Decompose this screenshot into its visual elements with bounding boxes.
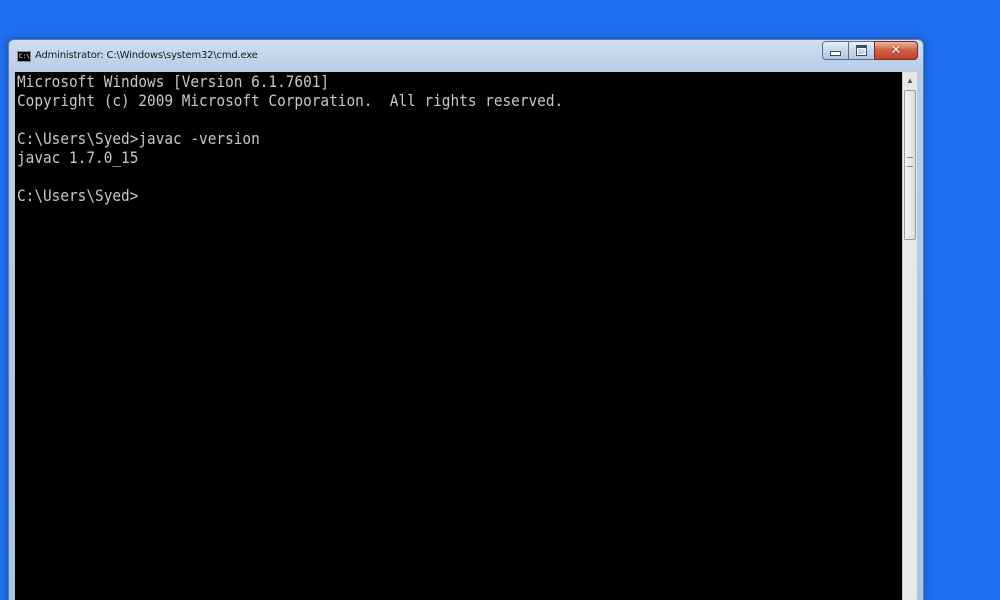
title-bar[interactable]: C:\ Administrator: C:\Windows\system32\c… <box>9 40 923 72</box>
close-icon: ✕ <box>890 43 902 58</box>
vertical-scrollbar[interactable]: ▲ <box>902 72 917 600</box>
close-button[interactable]: ✕ <box>874 41 918 60</box>
console-line: C:\Users\Syed>javac -version <box>17 129 260 148</box>
window-title: Administrator: C:\Windows\system32\cmd.e… <box>35 50 258 61</box>
minimize-button[interactable] <box>822 41 848 60</box>
console-prompt[interactable]: C:\Users\Syed> <box>17 186 138 205</box>
console-output[interactable]: Microsoft Windows [Version 6.1.7601] Cop… <box>15 72 902 600</box>
scroll-thumb[interactable] <box>904 90 916 240</box>
window-controls: ✕ <box>822 41 918 61</box>
grip-icon <box>907 157 913 167</box>
cmd-window[interactable]: C:\ Administrator: C:\Windows\system32\c… <box>8 39 924 600</box>
cmd-icon[interactable]: C:\ <box>17 51 31 62</box>
console-line: Copyright (c) 2009 Microsoft Corporation… <box>17 91 564 110</box>
scroll-up-arrow-icon[interactable]: ▲ <box>903 72 917 88</box>
minimize-icon <box>830 51 841 56</box>
maximize-button[interactable] <box>848 41 874 60</box>
console-line: javac 1.7.0_15 <box>17 148 139 167</box>
maximize-icon <box>856 45 867 56</box>
console-line: Microsoft Windows [Version 6.1.7601] <box>17 72 330 91</box>
